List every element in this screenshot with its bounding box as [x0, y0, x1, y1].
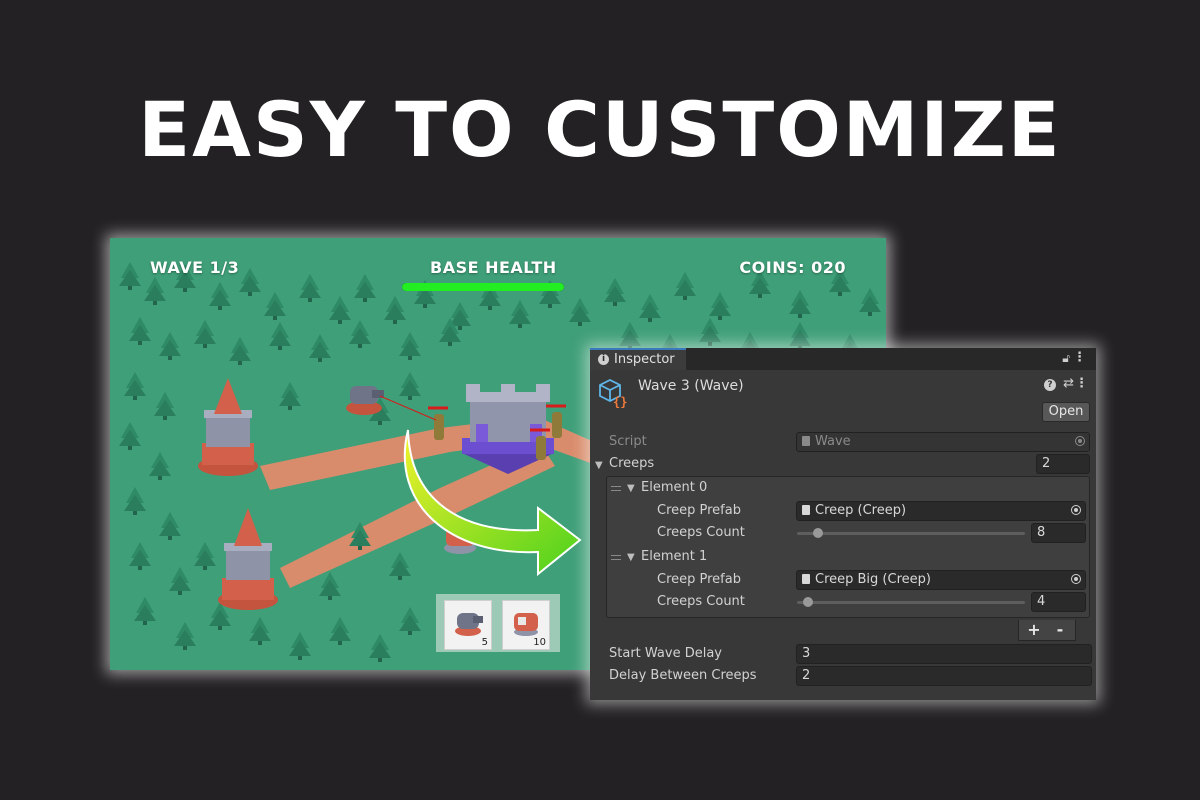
presets-icon[interactable]: ⇄ [1063, 376, 1074, 391]
remove-element-button[interactable]: - [1047, 620, 1073, 640]
slider-thumb[interactable] [813, 528, 823, 538]
creeps-size-field[interactable]: 2 [1036, 454, 1090, 474]
base-health-bar [402, 283, 564, 291]
shop-price: 10 [533, 637, 546, 648]
object-picker-icon[interactable] [1071, 505, 1081, 515]
creeps-count-label: Creeps Count [657, 525, 745, 540]
script-label: Script [609, 434, 647, 449]
delay-between-creeps-field[interactable]: 2 [796, 666, 1092, 686]
creep-prefab-label: Creep Prefab [657, 572, 741, 587]
more-menu-icon[interactable]: ⋮ [1073, 350, 1086, 365]
object-title: Wave 3 (Wave) [638, 378, 744, 394]
creep-prefab-value: Creep Big (Creep) [815, 572, 931, 587]
foldout-arrow-icon[interactable]: ▼ [627, 483, 635, 494]
flame-tower-icon [514, 613, 538, 636]
shop-price: 5 [481, 637, 488, 648]
coins-counter: COINS: 020 [739, 258, 846, 277]
object-picker-icon [1075, 436, 1085, 446]
inspector-panel: i Inspector 🔓︎ ⋮ {} Wave 3 (Wave) ? ⇄ ⋮ … [590, 348, 1096, 700]
more-menu-icon[interactable]: ⋮ [1075, 376, 1088, 391]
script-value: Wave [815, 434, 851, 449]
creeps-count-field[interactable]: 8 [1031, 523, 1086, 543]
creeps-label[interactable]: Creeps [609, 456, 654, 471]
wave-counter: WAVE 1/3 [150, 258, 240, 277]
tab-label: Inspector [614, 352, 675, 367]
list-footer: + - [1018, 620, 1076, 641]
headline: EASY TO CUSTOMIZE [138, 85, 1062, 174]
object-picker-icon[interactable] [1071, 574, 1081, 584]
creep-prefab-field[interactable]: Creep Big (Creep) [796, 570, 1086, 590]
element-title[interactable]: Element 0 [641, 480, 707, 495]
creeps-count-field[interactable]: 4 [1031, 592, 1086, 612]
creeps-count-slider[interactable] [797, 601, 1025, 604]
element-title[interactable]: Element 1 [641, 549, 707, 564]
cannon-tower-icon [455, 613, 483, 636]
tab-inspector[interactable]: i Inspector [590, 348, 686, 370]
creep-prefab-field[interactable]: Creep (Creep) [796, 501, 1086, 521]
lock-icon[interactable]: 🔓︎ [1062, 351, 1070, 366]
start-wave-delay-field[interactable]: 3 [796, 644, 1092, 664]
base-health-label: BASE HEALTH [430, 258, 557, 277]
script-object-icon: {} [599, 378, 627, 408]
open-button[interactable]: Open [1042, 402, 1090, 422]
inspector-tabbar: i Inspector 🔓︎ ⋮ [590, 348, 1096, 370]
prefab-file-icon [802, 505, 810, 515]
script-field: Wave [796, 432, 1090, 452]
creeps-list: ▼ Element 0 Creep Prefab Creep (Creep) C… [606, 476, 1090, 618]
slider-thumb[interactable] [803, 597, 813, 607]
drag-handle-icon[interactable] [611, 486, 621, 494]
foldout-arrow-icon[interactable]: ▼ [595, 460, 603, 471]
info-icon: i [598, 354, 609, 365]
creep-prefab-value: Creep (Creep) [815, 503, 907, 518]
drag-handle-icon[interactable] [611, 555, 621, 563]
shop-item-flame[interactable]: 10 [502, 600, 550, 650]
svg-text:{}: {} [613, 395, 627, 408]
help-icon[interactable]: ? [1044, 379, 1056, 391]
add-element-button[interactable]: + [1021, 620, 1047, 640]
base-health-fill [402, 283, 564, 291]
start-wave-delay-label: Start Wave Delay [609, 646, 722, 661]
prefab-file-icon [802, 574, 810, 584]
creeps-count-label: Creeps Count [657, 594, 745, 609]
creep-prefab-label: Creep Prefab [657, 503, 741, 518]
script-file-icon [802, 436, 810, 446]
tower-shop: 5 10 [436, 594, 560, 652]
delay-between-creeps-label: Delay Between Creeps [609, 668, 757, 683]
foldout-arrow-icon[interactable]: ▼ [627, 552, 635, 563]
creeps-count-slider[interactable] [797, 532, 1025, 535]
shop-item-cannon[interactable]: 5 [444, 600, 492, 650]
